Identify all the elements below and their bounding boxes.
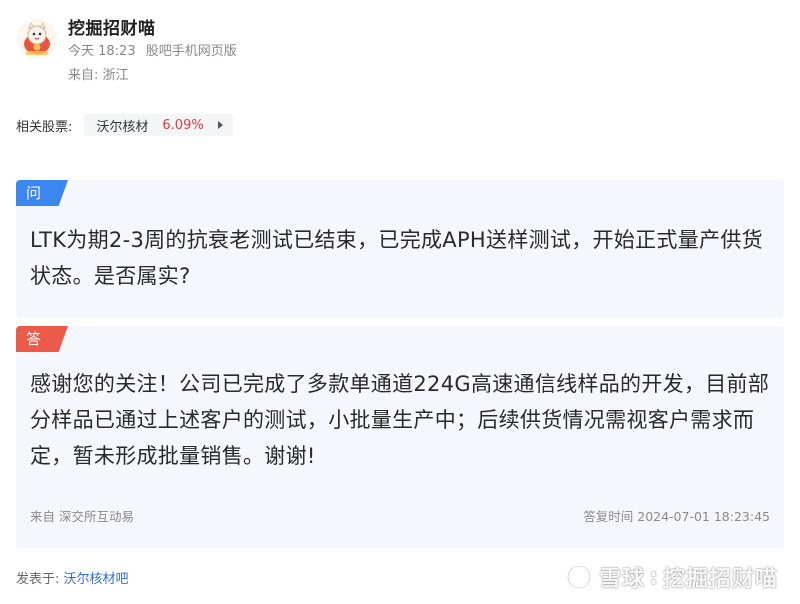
related-stocks: 相关股票: 沃尔核材 6.09% [16,114,233,136]
question-card: 问 LTK为期2-3周的抗衰老测试已结束，已完成APH送样测试，开始正式量产供货… [16,180,784,318]
question-text: LTK为期2-3周的抗衰老测试已结束，已完成APH送样测试，开始正式量产供货状态… [30,228,763,288]
answer-text: 感谢您的关注！公司已完成了多款单通道224G高速通信线样品的开发，目前部分样品已… [30,372,770,468]
caret-right-icon [217,121,223,129]
question-tag: 问 [16,180,68,206]
post-client: 股吧手机网页版 [145,44,237,59]
answer-reply-time: 答复时间 2024-07-01 18:23:45 [583,509,770,524]
cartoon-cat-avatar-icon [17,19,57,59]
answer-footer: 来自 深交所互动易 答复时间 2024-07-01 18:23:45 [30,506,770,524]
answer-tag: 答 [16,326,68,352]
post-footer: 发表于: 沃尔核材吧 [16,568,129,587]
post-location: 来自: 浙江 [68,68,129,83]
watermark-separator: : [649,564,659,590]
post-header: 挖掘招财喵 今天 18:23 股吧手机网页版 来自: 浙江 [14,10,786,90]
watermark-account: 挖掘招财喵 [662,567,778,592]
snowball-logo-icon [566,564,592,590]
author-name[interactable]: 挖掘招财喵 [68,14,156,39]
posted-in-label: 发表于: [16,572,60,587]
author-avatar[interactable] [16,18,58,60]
post-time: 今天 18:23 [68,44,136,59]
answer-source: 来自 深交所互动易 [30,509,134,524]
watermark: 雪球 : 挖掘招财喵 [565,562,778,592]
post-meta: 今天 18:23 股吧手机网页版 [68,40,243,59]
stock-change: 6.09% [162,117,204,133]
stock-name: 沃尔核材 [96,119,149,135]
forum-link[interactable]: 沃尔核材吧 [64,572,129,587]
stock-chip[interactable]: 沃尔核材 6.09% [84,114,233,136]
related-stocks-label: 相关股票: [16,119,73,135]
answer-card: 答 感谢您的关注！公司已完成了多款单通道224G高速通信线样品的开发，目前部分样… [16,326,784,548]
watermark-brand: 雪球 [599,567,646,592]
